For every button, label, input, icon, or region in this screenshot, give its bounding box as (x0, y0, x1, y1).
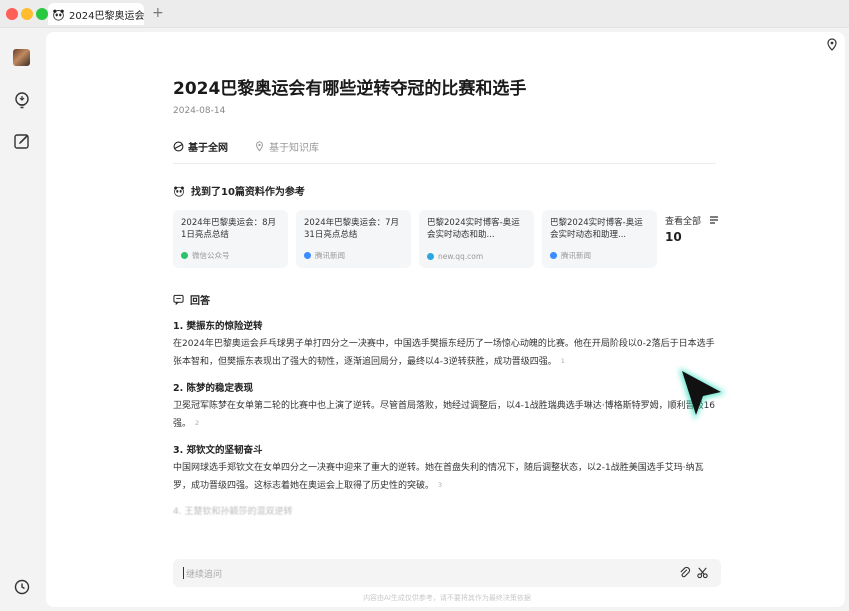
view-all-link[interactable]: 查看全部 (665, 214, 701, 227)
reference-card-title: 巴黎2024实时博客-奥运会实时动态和助... (427, 218, 520, 240)
lightbulb-icon[interactable] (13, 91, 31, 109)
reference-card[interactable]: 巴黎2024实时博客-奥运会实时动态和助理... 腾讯新闻 (542, 210, 657, 268)
sidebar (0, 28, 44, 611)
minimize-window-button[interactable] (21, 8, 33, 20)
answer-section-title: 2. 陈梦的稳定表现 (173, 383, 254, 394)
tab-knowledge-label: 基于知识库 (269, 143, 319, 154)
panda-icon (53, 9, 64, 21)
answer-section-text: 中国网球选手郑钦文在女单四分之一决赛中迎来了重大的逆转。她在首盘失利的情况下，随… (173, 460, 721, 495)
answer-body: 1. 樊振东的惊险逆转 在2024年巴黎奥运会乒乓球男子单打四分之一决赛中，中国… (173, 318, 721, 520)
qq-news-icon (427, 253, 434, 260)
answer-section-body: 在2024年巴黎奥运会乒乓球男子单打四分之一决赛中，中国选手樊振东经历了一场惊心… (173, 339, 715, 367)
reference-card-source: 腾讯新闻 (304, 250, 345, 261)
tab-web-label: 基于全网 (188, 143, 228, 154)
edit-icon[interactable] (13, 132, 31, 150)
pin-icon (256, 141, 263, 152)
answer-section-text: 卫冕冠军陈梦在女单第二轮的比赛中也上演了逆转。尽管首局落败，她经过调整后，以4-… (173, 398, 721, 433)
citation-marker[interactable]: 3 (438, 477, 442, 494)
new-tab-button[interactable]: + (152, 5, 164, 21)
reference-card-source: 微信公众号 (181, 250, 230, 261)
reference-card-title: 2024年巴黎奥运会：7月31日亮点总结 (304, 218, 400, 240)
references-heading-text: 找到了10篇资料作为参考 (191, 187, 305, 198)
paperclip-icon[interactable] (678, 566, 691, 579)
reference-card-source: new.qq.com (427, 252, 483, 261)
publish-date: 2024-08-14 (173, 106, 226, 116)
follow-up-input[interactable]: 继续追问 (173, 559, 721, 587)
tencent-news-icon (550, 252, 557, 259)
avatar[interactable] (13, 49, 30, 66)
tab-knowledge-base[interactable]: 基于知识库 (254, 139, 319, 154)
citation-marker[interactable]: 2 (195, 415, 199, 432)
reference-card-source-label: 腾讯新闻 (315, 251, 345, 260)
answer-section-text: 在2024年巴黎奥运会乒乓球男子单打四分之一决赛中，中国选手樊振东经历了一场惊心… (173, 336, 721, 371)
follow-up-placeholder: 继续追问 (186, 569, 223, 580)
answer-heading: 回答 (173, 292, 210, 307)
globe-icon (173, 141, 184, 152)
wechat-icon (181, 252, 188, 259)
reference-card-source-label: 腾讯新闻 (561, 251, 591, 260)
answer-section-title: 3. 郑钦文的坚韧奋斗 (173, 445, 263, 456)
main-panel: 2024巴黎奥运会有哪些逆转夺冠的比赛和选手 2024-08-14 基于全网 基… (46, 32, 845, 607)
tab-web[interactable]: 基于全网 (173, 139, 228, 154)
citation-marker[interactable]: 1 (561, 353, 565, 370)
answer-section-title: 1. 樊振东的惊险逆转 (173, 321, 263, 332)
answer-section: 3. 郑钦文的坚韧奋斗 中国网球选手郑钦文在女单四分之一决赛中迎来了重大的逆转。… (173, 442, 721, 495)
faded-section-title: 4. 王楚钦和孙颖莎的混双逆转 (173, 507, 293, 517)
tab-title: 2024巴黎奥运会有 (69, 10, 144, 22)
chat-bubble-icon (173, 294, 184, 305)
location-pin-icon[interactable] (825, 38, 839, 52)
text-caret (183, 567, 184, 579)
references-heading: 找到了10篇资料作为参考 (173, 183, 305, 198)
reference-count: 10 (665, 230, 682, 244)
zoom-window-button[interactable] (36, 8, 48, 20)
panda-icon (174, 186, 184, 197)
list-icon[interactable] (709, 215, 719, 225)
reference-card-source-label: new.qq.com (438, 252, 484, 261)
reference-card-source-label: 微信公众号 (192, 251, 230, 260)
title-bar: 2024巴黎奥运会有 + (0, 0, 849, 28)
reference-card[interactable]: 2024年巴黎奥运会：8月1日亮点总结 微信公众号 (173, 210, 288, 268)
browser-tab[interactable]: 2024巴黎奥运会有 (48, 3, 144, 25)
reference-card[interactable]: 巴黎2024实时博客-奥运会实时动态和助... new.qq.com (419, 210, 534, 268)
clock-icon[interactable] (13, 578, 31, 596)
answer-section: 1. 樊振东的惊险逆转 在2024年巴黎奥运会乒乓球男子单打四分之一决赛中，中国… (173, 318, 721, 371)
divider (173, 163, 716, 164)
reference-card-title: 2024年巴黎奥运会：8月1日亮点总结 (181, 218, 277, 240)
tencent-news-icon (304, 252, 311, 259)
answer-heading-text: 回答 (190, 296, 210, 307)
close-window-button[interactable] (6, 8, 18, 20)
app-window: 2024巴黎奥运会有 + 2024巴黎奥运会有哪些逆转夺冠的比赛和选手 2024… (0, 0, 849, 611)
answer-section-body: 卫冕冠军陈梦在女单第二轮的比赛中也上演了逆转。尽管首局落败，她经过调整后，以4-… (173, 401, 716, 429)
reference-card-source: 腾讯新闻 (550, 250, 591, 261)
reference-cards: 2024年巴黎奥运会：8月1日亮点总结 微信公众号 2024年巴黎奥运会：7月3… (173, 210, 657, 268)
scissors-icon[interactable] (696, 566, 709, 579)
mouse-pointer-icon (679, 368, 726, 420)
reference-card[interactable]: 2024年巴黎奥运会：7月31日亮点总结 腾讯新闻 (296, 210, 411, 268)
disclaimer: 内容由AI生成仅供参考，请不要将其作为最终决策依据 (363, 594, 531, 602)
page-title: 2024巴黎奥运会有哪些逆转夺冠的比赛和选手 (173, 79, 527, 99)
reference-card-title: 巴黎2024实时博客-奥运会实时动态和助理... (550, 218, 643, 240)
answer-section: 2. 陈梦的稳定表现 卫冕冠军陈梦在女单第二轮的比赛中也上演了逆转。尽管首局落败… (173, 380, 721, 433)
source-tabs: 基于全网 基于知识库 (173, 139, 319, 154)
